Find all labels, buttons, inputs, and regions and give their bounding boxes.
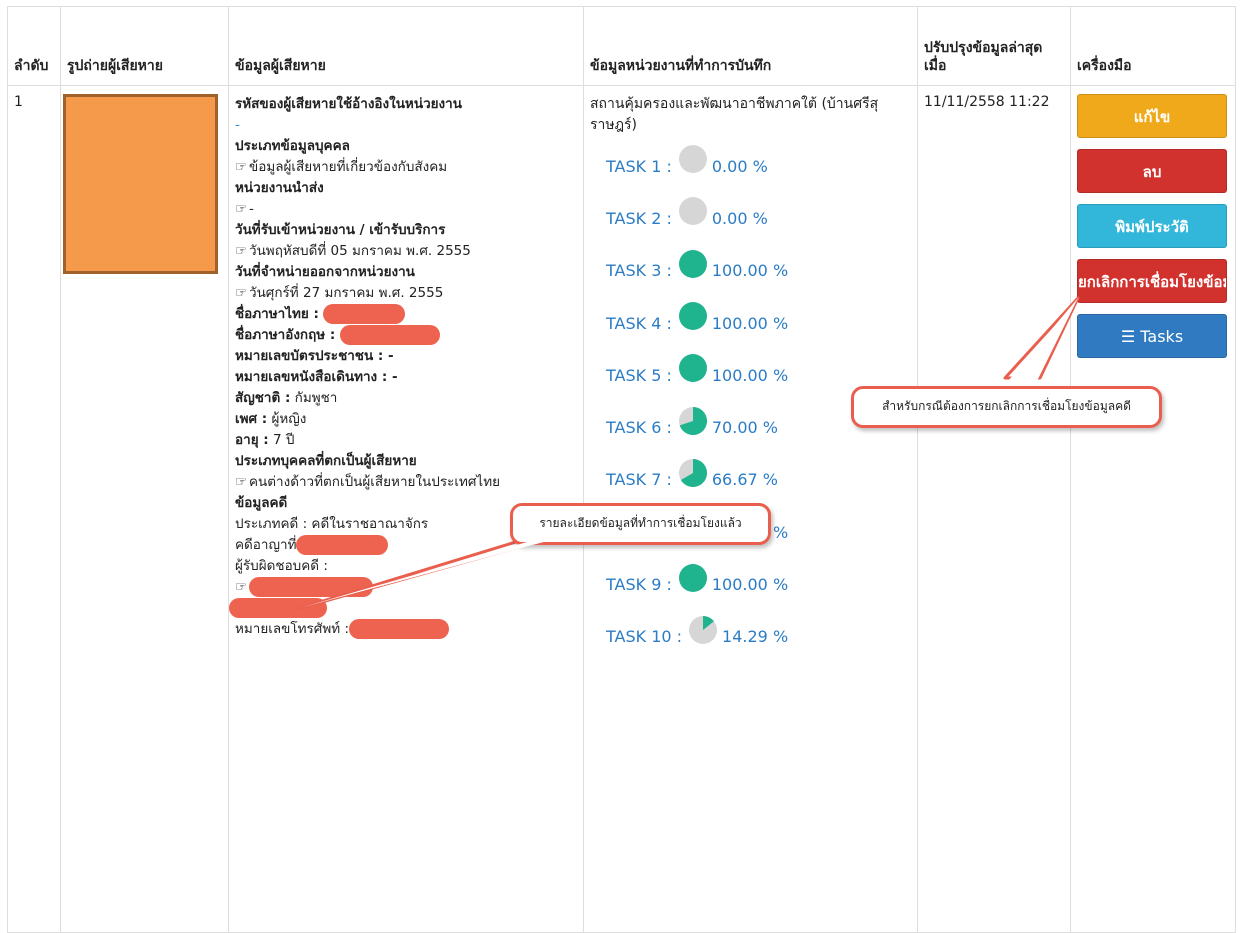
row-index: 1	[7, 85, 61, 933]
victim-photo	[63, 94, 218, 274]
header-photo[interactable]: รูปถ่ายผู้เสียหาย	[60, 6, 229, 86]
age-value: 7 ปี	[273, 432, 295, 448]
task-label: TASK 10 :	[606, 627, 683, 647]
phone-label: หมายเลขโทรศัพท์ :	[235, 621, 350, 637]
task-percent: 66.67 %	[711, 470, 778, 490]
task-progress-pie	[678, 249, 707, 278]
task-item: TASK 10 : 14.29 %	[606, 611, 911, 663]
responsible-label: ผู้รับผิดชอบคดี :	[235, 558, 328, 574]
list-icon: ☰	[1120, 327, 1141, 346]
task-label: TASK 2 :	[606, 208, 672, 228]
task-progress-pie	[678, 354, 707, 383]
task-item: TASK 1 : 0.00 %	[606, 140, 911, 192]
delete-button[interactable]: ลบ	[1077, 149, 1227, 193]
id-card: หมายเลขบัตรประชาชน : -	[235, 348, 394, 364]
task-item: TASK 3 : 100.00 %	[606, 245, 911, 297]
print-history-button[interactable]: พิมพ์ประวัติ	[1077, 204, 1227, 248]
hand-pointer-icon: ☞	[235, 285, 248, 301]
type-value: ข้อมูลผู้เสียหายที่เกี่ยวข้องกับสังคม	[249, 159, 448, 175]
task-progress-pie	[678, 145, 707, 174]
org-name: สถานคุ้มครองและพัฒนาอาชีพภาคใต้ (บ้านศรี…	[590, 96, 879, 133]
discharge-value: วันศุกร์ที่ 27 มกราคม พ.ศ. 2555	[249, 285, 444, 301]
task-item: TASK 4 : 100.00 %	[606, 297, 911, 349]
task-progress-pie	[678, 563, 707, 592]
hand-pointer-icon: ☞	[235, 474, 248, 490]
task-item: TASK 7 : 66.67 %	[606, 454, 911, 506]
task-label: TASK 5 :	[606, 365, 672, 385]
task-percent: 100.00 %	[711, 365, 789, 385]
tools-cell: แก้ไข ลบ พิมพ์ประวัติ ยกเลิกการเชื่อมโยง…	[1070, 85, 1236, 933]
task-percent: 14.29 %	[722, 627, 789, 647]
linked-data-callout: รายละเอียดข้อมูลที่ทำการเชื่อมโยงแล้ว	[510, 503, 771, 545]
task-percent: 100.00 %	[711, 261, 789, 281]
header-org-info[interactable]: ข้อมูลหน่วยงานที่ทำการบันทึก	[583, 6, 918, 86]
edit-button[interactable]: แก้ไข	[1077, 94, 1227, 138]
task-percent: 0.00 %	[711, 156, 768, 176]
sex-value: ผู้หญิง	[271, 411, 307, 427]
tasks-button[interactable]: ☰ Tasks	[1077, 314, 1227, 358]
admit-label: วันที่รับเข้าหน่วยงาน / เข้ารับบริการ	[235, 222, 446, 238]
ref-label: รหัสของผู้เสียหายใช้อ้างอิงในหน่วยงาน	[235, 96, 462, 112]
victim-type-label: ประเภทบุคคลที่ตกเป็นผู้เสียหาย	[235, 453, 417, 469]
admit-value: วันพฤหัสบดีที่ 05 มกราคม พ.ศ. 2555	[249, 243, 471, 259]
redaction-mark	[323, 304, 406, 324]
task-progress-pie	[678, 197, 707, 226]
tasks-button-label: Tasks	[1140, 327, 1184, 346]
sender-value: -	[249, 201, 254, 217]
redaction-mark	[349, 619, 450, 639]
nationality-label: สัญชาติ :	[235, 390, 291, 406]
unlink-case-button[interactable]: ยกเลิกการเชื่อมโยงข้อมูลคดี	[1077, 259, 1227, 303]
task-item: TASK 2 : 0.00 %	[606, 192, 911, 244]
task-percent: 100.00 %	[711, 575, 789, 595]
task-percent: 100.00 %	[711, 313, 789, 333]
redaction-mark	[249, 577, 373, 597]
table-header-row: ลำดับ รูปถ่ายผู้เสียหาย ข้อมูลผู้เสียหาย…	[7, 6, 1236, 86]
header-tools[interactable]: เครื่องมือ	[1070, 6, 1236, 86]
task-label: TASK 9 :	[606, 575, 672, 595]
task-percent: 70.00 %	[711, 418, 778, 438]
task-progress-pie	[678, 458, 707, 487]
nationality-value: กัมพูชา	[294, 390, 338, 406]
sex-label: เพศ :	[235, 411, 268, 427]
passport: หมายเลขหนังสือเดินทาง : -	[235, 369, 398, 385]
task-label: TASK 7 :	[606, 470, 672, 490]
task-percent: 0.00 %	[711, 208, 768, 228]
header-updated[interactable]: ปรับปรุงข้อมูลล่าสุดเมื่อ	[917, 6, 1071, 86]
task-label: TASK 3 :	[606, 261, 672, 281]
hand-pointer-icon: ☞	[235, 243, 248, 259]
redaction-mark	[339, 325, 440, 345]
hand-pointer-icon: ☞	[235, 579, 248, 595]
type-label: ประเภทข้อมูลบุคคล	[235, 138, 350, 154]
victim-table: ลำดับ รูปถ่ายผู้เสียหาย ข้อมูลผู้เสียหาย…	[7, 6, 1236, 933]
unlink-callout: สำหรับกรณีต้องการยกเลิกการเชื่อมโยงข้อมู…	[851, 386, 1162, 428]
task-label: TASK 4 :	[606, 313, 672, 333]
task-progress-pie	[689, 615, 718, 644]
discharge-label: วันที่จำหน่ายออกจากหน่วยงาน	[235, 264, 415, 280]
eng-name-label: ชื่อภาษาอังกฤษ :	[235, 327, 336, 343]
task-item: TASK 9 : 100.00 %	[606, 558, 911, 610]
redaction-mark	[229, 598, 327, 618]
task-progress-pie	[678, 406, 707, 435]
ref-value: -	[235, 117, 240, 133]
sender-label: หน่วยงานนำส่ง	[235, 180, 324, 196]
updated-time: 11/11/2558 11:22	[917, 85, 1071, 933]
redaction-mark	[296, 535, 389, 555]
hand-pointer-icon: ☞	[235, 201, 248, 217]
header-victim-info[interactable]: ข้อมูลผู้เสียหาย	[228, 6, 584, 86]
task-label: TASK 6 :	[606, 418, 672, 438]
age-label: อายุ :	[235, 432, 269, 448]
victim-type-value: คนต่างด้าวที่ตกเป็นผู้เสียหายในประเทศไทย	[249, 474, 501, 490]
hand-pointer-icon: ☞	[235, 159, 248, 175]
task-label: TASK 1 :	[606, 156, 672, 176]
case-no-label: คดีอาญาที่	[235, 537, 297, 553]
thai-name-label: ชื่อภาษาไทย :	[235, 306, 319, 322]
header-index[interactable]: ลำดับ	[7, 6, 61, 86]
task-progress-pie	[678, 302, 707, 331]
